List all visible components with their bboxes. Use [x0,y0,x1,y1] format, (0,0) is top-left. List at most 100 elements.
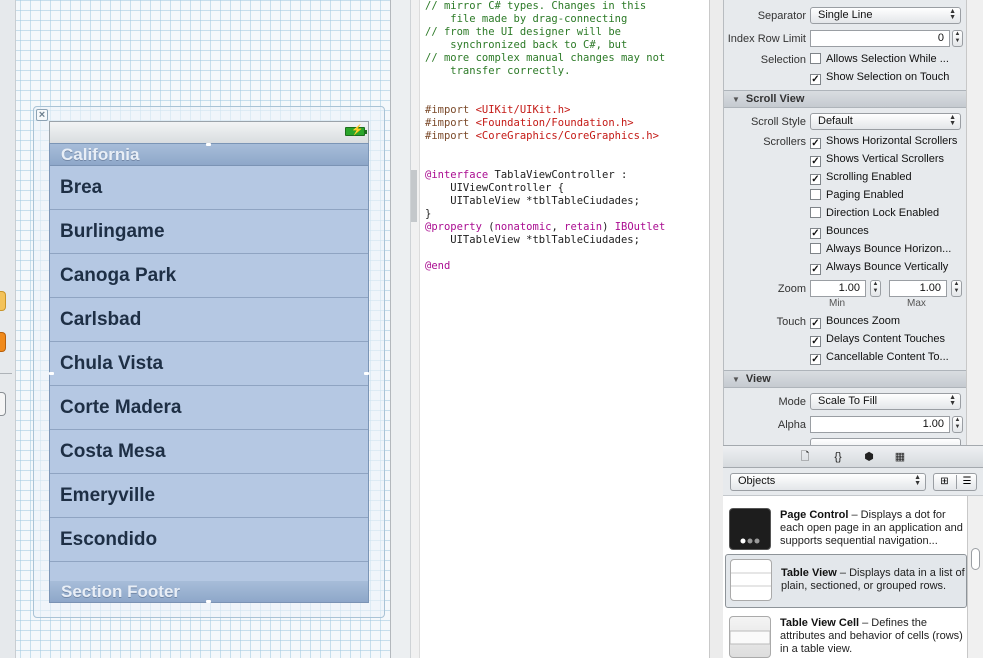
table-cell[interactable]: Emeryville [50,474,368,518]
checkbox-box: ✓ [810,74,821,85]
list-view-icon[interactable]: ☰ [956,475,977,489]
checkbox-box: ✓ [810,318,821,329]
library-item-text: Table View – Displays data in a list of … [781,567,967,593]
first-responder-icon[interactable] [0,291,6,311]
show-selection-on-touch-checkbox[interactable]: ✓ Show Selection on Touch [810,71,949,85]
code-line: // more complex manual changes may not [425,52,665,65]
selection-label: Selection [760,54,806,66]
object-library-list[interactable]: Page Control – Displays a dot for each o… [723,496,967,658]
code-token: UITableView *tblTableCiudades; [425,234,640,246]
table-cell[interactable]: Carlsbad [50,298,368,342]
code-line: @property (nonatomic, retain) IBOutlet [425,221,665,234]
close-icon[interactable]: × [36,109,48,121]
code-token: @interface [425,169,489,181]
resize-handle[interactable] [206,600,211,603]
checkbox-box [810,207,821,218]
code-snippet-icon[interactable]: {} [828,450,848,464]
option-checkbox[interactable]: Direction Lock Enabled [810,207,939,221]
library-scroll-thumb[interactable] [971,548,980,570]
code-token: retain [564,221,603,233]
media-library-icon[interactable]: ▦ [893,450,907,464]
storyboard-canvas[interactable]: × ⚡ California Brea Burlingame Canoga Park… [0,0,390,658]
scroll-view-section-header[interactable]: ▼ Scroll View [724,90,969,108]
inspector-scrollbar[interactable] [966,0,983,445]
table-cell[interactable]: Canoga Park [50,254,368,298]
option-checkbox[interactable]: ✓ Delays Content Touches [810,333,945,347]
table-cell[interactable]: Escondido [50,518,368,562]
library-item-table-view-cell[interactable]: Table View Cell – Defines the attributes… [723,608,967,658]
alpha-field[interactable]: 1.00 [810,416,950,433]
zoom-max-stepper[interactable]: ▲ ▼ [951,280,962,297]
index-row-limit-field[interactable]: 0 [810,30,950,47]
show-selection-on-touch-label: Show Selection on Touch [826,71,950,83]
object-library-icon[interactable]: ⬢ [862,450,876,464]
zoom-max-field[interactable]: 1.00 [889,280,947,297]
table-cell[interactable]: Brea [50,166,368,210]
allows-selection-while-checkbox[interactable]: Allows Selection While ... [810,53,949,67]
code-scrollbar[interactable] [709,0,723,658]
separator-popup[interactable]: Single Line ▲ ▼ [810,7,961,24]
library-tab-bar: 🗋 {} ⬢ ▦ [723,445,983,468]
table-cell[interactable]: Costa Mesa [50,430,368,474]
option-checkbox[interactable]: ✓ Bounces [810,225,869,239]
view-controller-icon[interactable] [0,332,6,352]
grid-view-icon[interactable]: ⊞ [934,475,955,489]
code-line: @end [425,260,665,273]
code-line: UITableView *tblTableCiudades; [425,195,665,208]
library-category-value: Objects [738,475,776,487]
strip-divider [0,373,12,374]
code-text[interactable]: // mirror C# types. Changes in this file… [425,0,665,273]
updown-icon: ▲ ▼ [914,474,921,487]
battery-icon: ⚡ [345,125,367,136]
separator-label: Separator [757,10,806,22]
code-token: synchronized back to C#, but [425,39,628,51]
option-checkbox[interactable]: ✓ Shows Horizontal Scrollers [810,135,957,149]
library-scrollbar[interactable] [967,496,983,658]
library-item-page-control[interactable]: Page Control – Displays a dot for each o… [723,500,967,554]
view-section-header[interactable]: ▼ View [724,370,969,388]
option-checkbox[interactable]: Always Bounce Horizon... [810,243,951,257]
scroll-style-label: Scroll Style [750,116,806,128]
table-view[interactable]: California Brea Burlingame Canoga Park Carl… [49,143,369,603]
resize-handle[interactable] [364,372,369,375]
option-checkbox[interactable]: ✓ Scrolling Enabled [810,171,912,185]
code-token: transfer correctly. [425,65,571,77]
checkbox-box [810,189,821,200]
library-item-table-view[interactable]: Table View – Displays data in a list of … [725,554,967,608]
separator-value: Single Line [818,9,873,21]
table-cell[interactable]: Chula Vista [50,342,368,386]
code-editor[interactable]: // mirror C# types. Changes in this file… [420,0,710,658]
index-row-limit-stepper[interactable]: ▲ ▼ [952,30,963,47]
table-view-object-icon[interactable] [0,392,6,416]
code-token: file made by drag-connecting [425,13,628,25]
updown-icon: ▲ ▼ [949,394,956,407]
option-checkbox[interactable]: ✓ Cancellable Content To... [810,351,949,365]
scroll-style-popup[interactable]: Default ▲ ▼ [810,113,961,130]
code-line: UITableView *tblTableCiudades; [425,234,665,247]
scroll-view-title: Scroll View [745,93,805,105]
checkbox-box: ✓ [810,174,821,185]
touch-label: Touch [776,316,806,328]
resize-handle[interactable] [206,143,211,146]
option-checkbox[interactable]: Paging Enabled [810,189,904,203]
library-view-toggle[interactable]: ⊞ ☰ [933,473,977,491]
option-checkbox[interactable]: ✓ Shows Vertical Scrollers [810,153,944,167]
resize-handle[interactable] [49,372,54,375]
file-template-icon[interactable]: 🗋 [798,450,812,464]
table-cell[interactable]: Burlingame [50,210,368,254]
library-category-popup[interactable]: Objects ▲ ▼ [730,473,926,491]
mode-popup[interactable]: Scale To Fill ▲ ▼ [810,393,961,410]
code-token: nonatomic [494,221,552,233]
option-checkbox[interactable]: ✓ Bounces Zoom [810,315,900,329]
zoom-min-stepper[interactable]: ▲ ▼ [870,280,881,297]
alpha-stepper[interactable]: ▲ ▼ [952,416,963,433]
zoom-min-field[interactable]: 1.00 [810,280,866,297]
zoom-min-caption: Min [829,298,846,309]
zoom-max-caption: Max [907,298,926,309]
table-cell[interactable]: Corte Madera [50,386,368,430]
library-item-title: Table View [781,567,837,579]
editor-splitter[interactable] [390,0,411,658]
background-popup[interactable] [810,438,961,445]
option-checkbox[interactable]: ✓ Always Bounce Vertically [810,261,948,275]
